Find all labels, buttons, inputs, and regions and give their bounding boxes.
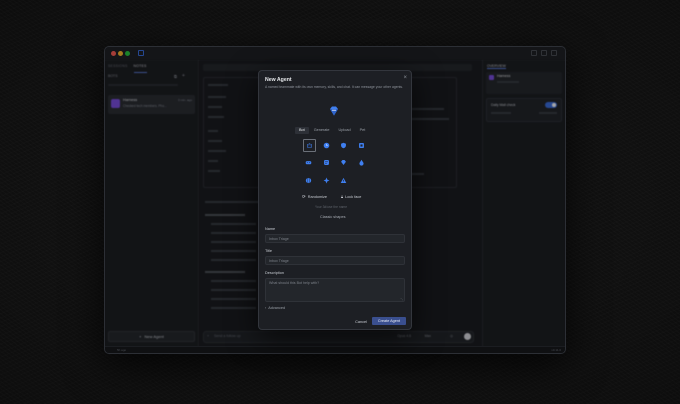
name-label: Name — [265, 227, 276, 231]
title-input[interactable]: Inbox Triage — [265, 256, 405, 265]
hint-text: Your 3d/use the name — [315, 205, 348, 209]
lock-face-toggle[interactable]: 🔒︎ Lock face — [341, 194, 361, 199]
advanced-toggle[interactable]: › Advanced — [265, 306, 285, 310]
grid-icon[interactable] — [356, 140, 366, 150]
create-agent-button[interactable]: Create Agent — [372, 317, 406, 325]
title-label: Title — [265, 249, 273, 253]
bot-icon[interactable] — [303, 139, 316, 152]
clock-icon[interactable] — [321, 140, 331, 150]
cancel-button[interactable]: Cancel — [355, 320, 367, 324]
tab-generate[interactable]: Generate — [310, 127, 334, 134]
description-placeholder: What should this Bot help with? — [269, 281, 320, 285]
globe-icon[interactable] — [303, 175, 313, 185]
new-agent-dialog: New Agent × A named teammate with its ow… — [258, 70, 412, 330]
avatar-preview-icon — [330, 106, 338, 116]
shape-style-selector[interactable]: Classic shapes — [320, 215, 346, 219]
resize-handle-icon[interactable]: ⤡ — [401, 297, 403, 301]
close-icon[interactable]: × — [403, 75, 407, 81]
advanced-label: Advanced — [268, 306, 286, 310]
refresh-icon: ⟳ — [302, 194, 306, 199]
shield-icon[interactable] — [338, 140, 348, 150]
triangle-icon[interactable] — [338, 175, 348, 185]
name-placeholder: Inbox Triage — [269, 237, 289, 241]
randomize-button[interactable]: ⟳ Randomize — [302, 194, 327, 200]
diamond-icon[interactable] — [338, 157, 348, 167]
chat-icon[interactable] — [321, 157, 331, 167]
tab-bot[interactable]: Bot — [295, 127, 309, 134]
drop-icon[interactable] — [356, 157, 366, 167]
avatar-source-tabs: Bot Generate Upload Pet — [295, 127, 369, 134]
lock-icon: 🔒︎ — [341, 194, 344, 199]
gamepad-icon[interactable] — [303, 157, 313, 167]
lock-face-label: Lock face — [345, 194, 362, 199]
title-placeholder: Inbox Triage — [269, 259, 289, 263]
randomize-label: Randomize — [307, 195, 327, 199]
spark-icon[interactable] — [321, 175, 331, 185]
tab-upload[interactable]: Upload — [335, 127, 355, 134]
dialog-title: New Agent — [265, 77, 292, 83]
tab-pet[interactable]: Pet — [356, 127, 370, 134]
description-textarea[interactable]: What should this Bot help with? ⤡ — [265, 278, 405, 302]
dialog-description: A named teammate with its own memory, sk… — [265, 85, 404, 89]
chevron-right-icon: › — [265, 306, 267, 310]
name-input[interactable]: Inbox Triage — [265, 234, 405, 243]
description-label: Description — [265, 271, 284, 275]
